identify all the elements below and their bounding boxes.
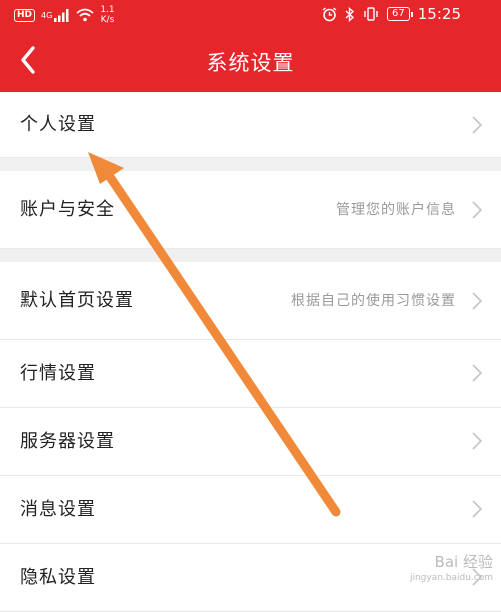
battery-indicator: 67 <box>387 7 413 21</box>
section-divider <box>0 249 501 262</box>
watermark-sub: jingyan.baidu.com <box>409 573 493 583</box>
hd-badge: HD <box>14 8 36 22</box>
page-title: 系统设置 <box>206 51 295 75</box>
settings-list: 个人设置 账户与安全 管理您的账户信息 默认首页设置 根据自己的使用习惯设置 行… <box>0 92 501 612</box>
watermark-text: Bai 经验 <box>434 553 493 571</box>
section-divider <box>0 158 501 171</box>
chevron-right-icon <box>472 201 483 219</box>
settings-item-personal[interactable]: 个人设置 <box>0 92 501 158</box>
chevron-right-icon <box>472 292 483 310</box>
vibrate-icon <box>364 7 378 21</box>
settings-item-message[interactable]: 消息设置 <box>0 476 501 544</box>
settings-item-server[interactable]: 服务器设置 <box>0 408 501 476</box>
wifi-icon <box>76 8 94 22</box>
chevron-right-icon <box>472 500 483 518</box>
chevron-right-icon <box>472 364 483 382</box>
app-header: HD 4G 1.1 K/s 67 15:25 系统设置 <box>0 0 501 92</box>
status-bar: HD 4G 1.1 K/s 67 15:25 <box>0 0 501 30</box>
settings-item-label: 行情设置 <box>20 363 96 384</box>
settings-item-label: 服务器设置 <box>20 431 115 452</box>
chevron-right-icon <box>472 116 483 134</box>
network-speed: 1.1 K/s <box>100 5 115 25</box>
bluetooth-icon <box>345 6 355 22</box>
settings-item-label: 隐私设置 <box>20 567 96 588</box>
clock: 15:25 <box>417 5 461 23</box>
signal-icon <box>54 8 69 22</box>
settings-item-label: 默认首页设置 <box>20 290 134 311</box>
settings-item-hint: 根据自己的使用习惯设置 <box>291 293 456 309</box>
network-type: 4G <box>41 10 53 20</box>
alarm-icon <box>322 6 337 21</box>
settings-item-label: 消息设置 <box>20 499 96 520</box>
settings-item-label: 账户与安全 <box>20 199 115 220</box>
settings-item-account-security[interactable]: 账户与安全 管理您的账户信息 <box>0 171 501 249</box>
settings-item-default-home[interactable]: 默认首页设置 根据自己的使用习惯设置 <box>0 262 501 340</box>
settings-item-label: 个人设置 <box>20 114 96 135</box>
watermark: Bai 经验 jingyan.baidu.com <box>410 554 493 586</box>
settings-item-hint: 管理您的账户信息 <box>336 202 456 218</box>
chevron-right-icon <box>472 432 483 450</box>
settings-item-market[interactable]: 行情设置 <box>0 340 501 408</box>
